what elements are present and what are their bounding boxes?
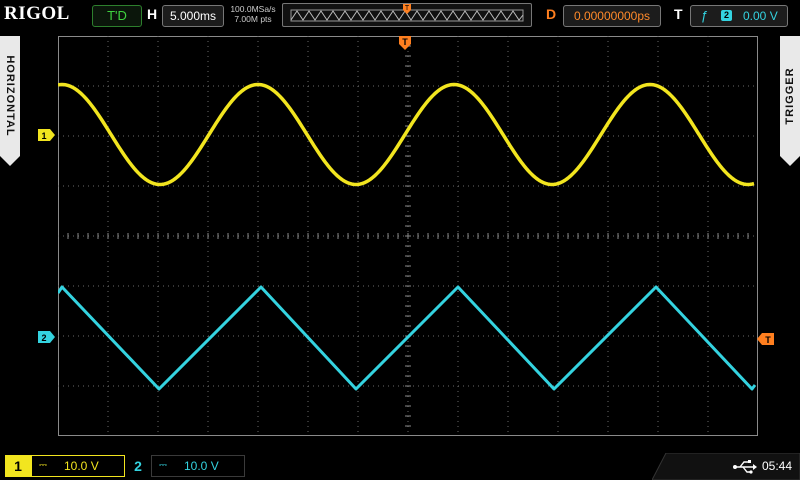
rising-edge-icon: ƒ bbox=[701, 8, 709, 23]
channel-1-waveform bbox=[58, 82, 755, 187]
waveform-display[interactable] bbox=[58, 36, 758, 436]
trigger-level-value: 0.00 V bbox=[743, 9, 778, 23]
channel-1-marker-label: 1 bbox=[41, 131, 46, 141]
sample-rate: 100.0MSa/s bbox=[230, 4, 276, 14]
trigger-level-marker-label: T bbox=[765, 335, 771, 345]
channel-1-settings[interactable]: ⎓ 10.0 V bbox=[31, 455, 125, 477]
channel-1-button[interactable]: 1 bbox=[5, 455, 31, 477]
horizontal-label: H bbox=[147, 6, 158, 22]
channel-1-scale: 10.0 V bbox=[64, 459, 99, 473]
channel-2-waveform bbox=[58, 285, 757, 391]
horizontal-tab-label: HORIZONTAL bbox=[4, 55, 16, 137]
memory-depth: 7.00M pts bbox=[234, 14, 272, 24]
trigger-tab-label: TRIGGER bbox=[784, 67, 796, 125]
timebase-value[interactable]: 5.000ms bbox=[162, 5, 224, 27]
horizontal-tab-arrow-icon bbox=[0, 156, 20, 166]
trigger-level-marker[interactable]: T bbox=[757, 333, 775, 345]
channel-2-offset-marker[interactable]: 2 bbox=[38, 331, 56, 343]
dc-coupling-icon: ⎓ bbox=[39, 460, 47, 471]
run-status-button[interactable]: T'D bbox=[92, 5, 142, 27]
usb-icon bbox=[733, 460, 757, 474]
horizontal-menu-tab[interactable]: HORIZONTAL bbox=[0, 36, 20, 156]
delay-label: D bbox=[546, 6, 557, 22]
trigger-settings[interactable]: ƒ 2 0.00 V bbox=[690, 5, 788, 27]
channel-2-settings[interactable]: ⎓ 10.0 V bbox=[151, 455, 245, 477]
graticule bbox=[58, 36, 758, 436]
channel-2-scale: 10.0 V bbox=[184, 459, 219, 473]
trigger-label: T bbox=[674, 6, 683, 22]
delay-value[interactable]: 0.00000000ps bbox=[563, 5, 661, 27]
dc-coupling-icon: ⎓ bbox=[159, 460, 167, 471]
brand-logo: RIGOL bbox=[4, 3, 70, 24]
trigger-position-marker[interactable]: T bbox=[399, 36, 413, 54]
channel-2-button[interactable]: 2 bbox=[127, 455, 149, 477]
memory-overview-bar[interactable]: T bbox=[282, 3, 532, 27]
trigger-position-marker-label: T bbox=[405, 5, 410, 12]
trigger-source-badge: 2 bbox=[721, 10, 732, 21]
channel-2-marker-label: 2 bbox=[41, 333, 46, 343]
top-status-bar: RIGOL T'D H 5.000ms 100.0MSa/s 7.00M pts… bbox=[0, 0, 800, 30]
trigger-menu-tab[interactable]: TRIGGER bbox=[780, 36, 800, 156]
trigger-marker-label: T bbox=[402, 37, 408, 47]
memory-waveform-overview: T bbox=[290, 4, 524, 22]
acquisition-info: 100.0MSa/s 7.00M pts bbox=[229, 4, 277, 24]
system-clock: 05:44 bbox=[762, 459, 793, 473]
channel-1-offset-marker[interactable]: 1 bbox=[38, 129, 56, 141]
trigger-tab-arrow-icon bbox=[780, 156, 800, 166]
